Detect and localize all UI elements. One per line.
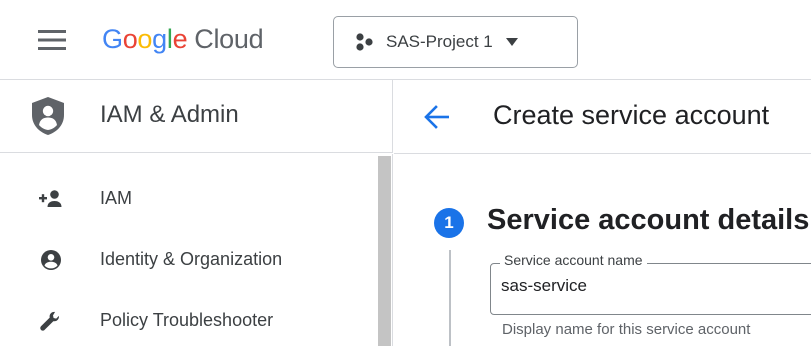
sidebar-item-identity-organization[interactable]: Identity & Organization [0,239,370,279]
back-arrow-icon[interactable] [422,104,452,130]
sidebar-item-label: Identity & Organization [100,249,283,269]
page-title: Create service account [493,100,770,130]
sidebar-item-label: IAM [100,188,133,208]
service-account-name-input[interactable] [501,276,801,296]
logo-product-name: Cloud [194,24,264,54]
sidebar-title: IAM & Admin [100,101,239,128]
top-app-bar: Google Cloud SAS-Project 1 [0,0,811,80]
sidebar-item-policy-troubleshooter[interactable]: Policy Troubleshooter [0,300,370,340]
wrench-icon [40,311,59,331]
person-add-icon [39,190,62,207]
hamburger-menu-icon[interactable] [36,27,68,53]
step-number-badge: 1 [434,208,464,238]
sidebar-item-label: Policy Troubleshooter [100,310,274,330]
sidebar-nav: IAM Identity & Organization Policy Troub… [0,154,393,346]
service-account-name-label: Service account name [500,252,647,268]
page-header: Create service account [394,80,811,154]
sidebar-scrollbar[interactable] [378,156,391,346]
project-name: SAS-Project 1 [386,32,493,51]
create-service-account-form: 1 Service account details Service accoun… [394,154,811,346]
account-circle-icon [41,250,61,270]
step-title: Service account details [487,204,810,236]
google-cloud-logo[interactable]: Google Cloud [102,24,264,55]
project-picker-button[interactable]: SAS-Project 1 [333,16,578,68]
shield-icon [32,97,64,135]
caret-down-icon [505,38,518,46]
sidebar-item-iam[interactable]: IAM [0,178,370,218]
project-dots-icon [356,33,373,51]
stepper-connector-line [449,250,451,346]
sidebar-header: IAM & Admin [0,80,393,153]
service-account-name-hint: Display name for this service account [502,321,751,338]
